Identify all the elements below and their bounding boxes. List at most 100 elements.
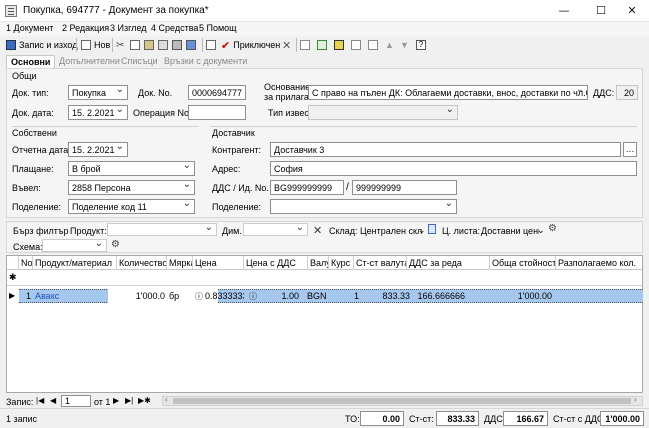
doc-no-input[interactable]: 0000694777: [188, 85, 246, 100]
paste-icon[interactable]: [144, 38, 157, 52]
current-record-input[interactable]: 1: [61, 395, 91, 407]
cancel-x-icon[interactable]: ✕: [282, 38, 291, 52]
document-icon[interactable]: [368, 38, 381, 52]
save-and-exit-button[interactable]: Запис и изход: [6, 38, 77, 52]
col-header-price[interactable]: Цена: [193, 256, 244, 270]
partner-input[interactable]: Доставчик 3: [270, 142, 621, 157]
doc-date-picker[interactable]: 15. 2.2021: [68, 105, 128, 120]
document-app-icon: [5, 5, 17, 17]
price-info-icon[interactable]: ⓘ: [193, 289, 203, 303]
row-price[interactable]: 0.83333333: [203, 289, 244, 303]
dim-dropdown[interactable]: [243, 223, 308, 236]
minimize-button[interactable]: —: [547, 0, 581, 22]
edit-document-icon[interactable]: [206, 38, 219, 52]
pricelist-dropdown[interactable]: Доставни цени: [481, 226, 539, 236]
col-header-currency[interactable]: Валута: [308, 256, 329, 270]
col-header-vat-row[interactable]: ДДС за реда: [407, 256, 490, 270]
partner-browse-button[interactable]: …: [623, 142, 637, 157]
vat-no-input[interactable]: BG999999999: [270, 180, 344, 195]
toolbar-separator: [296, 38, 297, 52]
menu-bar: 1 Документ 2 Редакция 3 Изглед 4 Средств…: [0, 22, 649, 36]
warehouse-dropdown[interactable]: Централен скл: [360, 226, 422, 236]
tab-additional[interactable]: Допълнителни: [55, 55, 124, 69]
new-row[interactable]: ✱: [7, 270, 642, 286]
row-unit[interactable]: бр: [167, 289, 193, 303]
close-button[interactable]: ✕: [615, 0, 649, 22]
scheme-settings-icon[interactable]: ⚙: [111, 239, 120, 250]
horizontal-scrollbar[interactable]: ‹ ›: [162, 395, 643, 406]
doc-type-dropdown[interactable]: Покупка: [68, 85, 128, 100]
prev-record-icon[interactable]: ◀: [50, 396, 56, 405]
col-header-value-currency[interactable]: Ст-ст валута: [354, 256, 407, 270]
quick-filter-label[interactable]: Бърз филтър: [13, 226, 69, 236]
row-currency[interactable]: BGN: [305, 289, 329, 303]
entered-by-label: Въвел:: [12, 183, 41, 193]
operation-no-input[interactable]: [188, 105, 246, 120]
first-record-icon[interactable]: |◀: [36, 396, 44, 405]
clear-filter-icon[interactable]: ✕: [313, 224, 322, 237]
pricelist-chevron-icon[interactable]: ⌄: [537, 225, 545, 236]
report-date-picker[interactable]: 15. 2.2021: [68, 142, 128, 157]
attach-icon[interactable]: [300, 38, 313, 52]
last-record-icon[interactable]: ▶|: [125, 396, 133, 405]
move-down-icon[interactable]: ▼: [400, 38, 409, 52]
scroll-right-icon[interactable]: ›: [634, 395, 637, 404]
col-header-price-vat[interactable]: Цена с ДДС: [244, 256, 308, 270]
supplier-division-dropdown[interactable]: [270, 199, 457, 214]
warehouse-label: Склад:: [329, 226, 358, 236]
id-no-input[interactable]: 999999999: [352, 180, 457, 195]
tab-lists[interactable]: Списъци: [117, 55, 162, 69]
own-division-dropdown[interactable]: Поделение код 11: [68, 199, 195, 214]
next-record-icon[interactable]: ▶: [113, 396, 119, 405]
save-copy-icon[interactable]: [186, 38, 199, 52]
entered-by-dropdown[interactable]: 2858 Персона: [68, 180, 195, 195]
row-product[interactable]: Авакс: [33, 289, 117, 303]
menu-document[interactable]: 1 Документ: [6, 23, 53, 33]
print-preview-icon[interactable]: [158, 38, 171, 52]
row-vat[interactable]: 166.666666: [407, 289, 467, 303]
basis-dropdown[interactable]: С право на пълен ДК: Облагаеми доставки,…: [308, 85, 588, 100]
row-value-currency[interactable]: 833.33: [354, 289, 412, 303]
checkmark-icon: ✔: [221, 39, 231, 52]
post-button[interactable]: ✔ Приключен: [221, 38, 280, 52]
address-input[interactable]: София: [270, 161, 637, 176]
col-header-unit[interactable]: Мярка: [167, 256, 193, 270]
calculator-icon[interactable]: [334, 38, 347, 52]
scrollbar-thumb[interactable]: [173, 398, 631, 404]
col-header-product[interactable]: Продукт/материал: [33, 256, 117, 270]
move-up-icon[interactable]: ▲: [385, 38, 394, 52]
lock-icon[interactable]: [428, 224, 436, 234]
col-header-quantity[interactable]: Количество: [117, 256, 167, 270]
col-header-no[interactable]: No.: [19, 256, 33, 270]
product-filter-dropdown[interactable]: [107, 223, 217, 236]
tab-document-links[interactable]: Връзки с документи: [160, 55, 251, 69]
row-total[interactable]: 1'000.00: [490, 289, 554, 303]
menu-help[interactable]: 5 Помощ: [199, 23, 237, 33]
new-button[interactable]: Нов: [81, 38, 110, 52]
tab-main[interactable]: Основни: [6, 55, 56, 69]
menu-tools[interactable]: 4 Средства: [151, 23, 198, 33]
menu-edit[interactable]: 2 Редакция: [62, 23, 109, 33]
scroll-left-icon[interactable]: ‹: [165, 395, 168, 404]
settings-icon[interactable]: ⚙: [548, 223, 557, 234]
warehouse-chevron-icon[interactable]: ⌄: [418, 225, 426, 236]
refresh-icon[interactable]: [317, 38, 330, 52]
maximize-button[interactable]: ☐: [584, 0, 618, 22]
cut-icon[interactable]: ✂: [116, 38, 124, 52]
menu-view[interactable]: 3 Изглед: [110, 23, 147, 33]
col-header-total[interactable]: Обща стойност с ДДС: [490, 256, 556, 270]
help-icon[interactable]: ?: [416, 38, 429, 52]
items-grid: No. Продукт/материал Количество Мярка Це…: [6, 255, 643, 393]
scheme-dropdown[interactable]: [42, 239, 107, 252]
col-header-available[interactable]: Разполагаемо кол.: [556, 256, 642, 270]
notice-type-dropdown[interactable]: [308, 105, 458, 120]
document-copy-icon[interactable]: [351, 38, 364, 52]
row-quantity[interactable]: 1'000.0: [117, 289, 167, 303]
row-price-vat[interactable]: 1.00: [257, 289, 301, 303]
col-header-rate[interactable]: Курс: [329, 256, 354, 270]
price-vat-info-icon[interactable]: ⓘ: [247, 289, 257, 303]
copy-icon[interactable]: [130, 38, 143, 52]
print-icon[interactable]: [172, 38, 185, 52]
new-record-icon[interactable]: ▶✱: [138, 396, 151, 405]
payment-dropdown[interactable]: В брой: [68, 161, 195, 176]
